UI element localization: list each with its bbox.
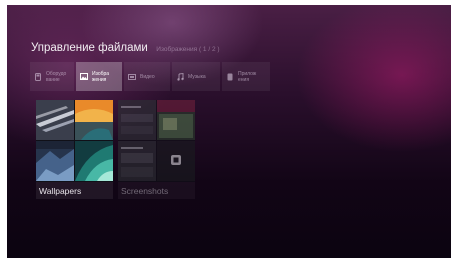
tab-apps[interactable]: Прилож ения: [222, 62, 270, 91]
thumbnail: [75, 141, 113, 181]
tab-images-label: Изобра жения: [92, 70, 110, 83]
device-icon: [34, 72, 42, 81]
folder-tile-wallpapers[interactable]: Wallpapers: [36, 100, 113, 199]
folder-thumbnails: [36, 100, 113, 182]
app-icon: [226, 73, 234, 81]
thumbnail: [36, 141, 74, 181]
tab-music-label: Музыка: [188, 73, 206, 80]
page-subtitle: Изображения ( 1 / 2 ): [156, 46, 220, 53]
page-title: Управление файлами: [31, 42, 148, 54]
folder-tile-screenshots[interactable]: Screenshots: [118, 100, 195, 199]
tab-devices[interactable]: Оборудо вание: [30, 62, 74, 91]
folder-name: Screenshots: [118, 182, 195, 199]
folder-name: Wallpapers: [36, 182, 113, 199]
image-icon: [80, 73, 88, 81]
thumbnail: [118, 141, 156, 181]
music-icon: [176, 72, 184, 81]
category-tabs: Оборудо вание Изобра жения Видео Музыка …: [30, 62, 270, 91]
thumbnail: [75, 100, 113, 140]
tab-video[interactable]: Видео: [124, 62, 170, 91]
tab-devices-label: Оборудо вание: [46, 70, 67, 83]
thumbnail: [118, 100, 156, 140]
tab-video-label: Видео: [140, 73, 155, 80]
header: Управление файлами Изображения ( 1 / 2 ): [31, 38, 220, 56]
folder-thumbnails: [118, 100, 195, 182]
video-icon: [128, 73, 136, 81]
folder-grid: Wallpapers Screenshots: [36, 100, 195, 199]
thumbnail: [157, 141, 195, 181]
tab-images[interactable]: Изобра жения: [76, 62, 122, 91]
tab-music[interactable]: Музыка: [172, 62, 220, 91]
thumbnail: [36, 100, 74, 140]
tv-screen: Управление файлами Изображения ( 1 / 2 )…: [7, 5, 451, 258]
tab-apps-label: Прилож ения: [238, 70, 257, 83]
thumbnail: [157, 100, 195, 140]
